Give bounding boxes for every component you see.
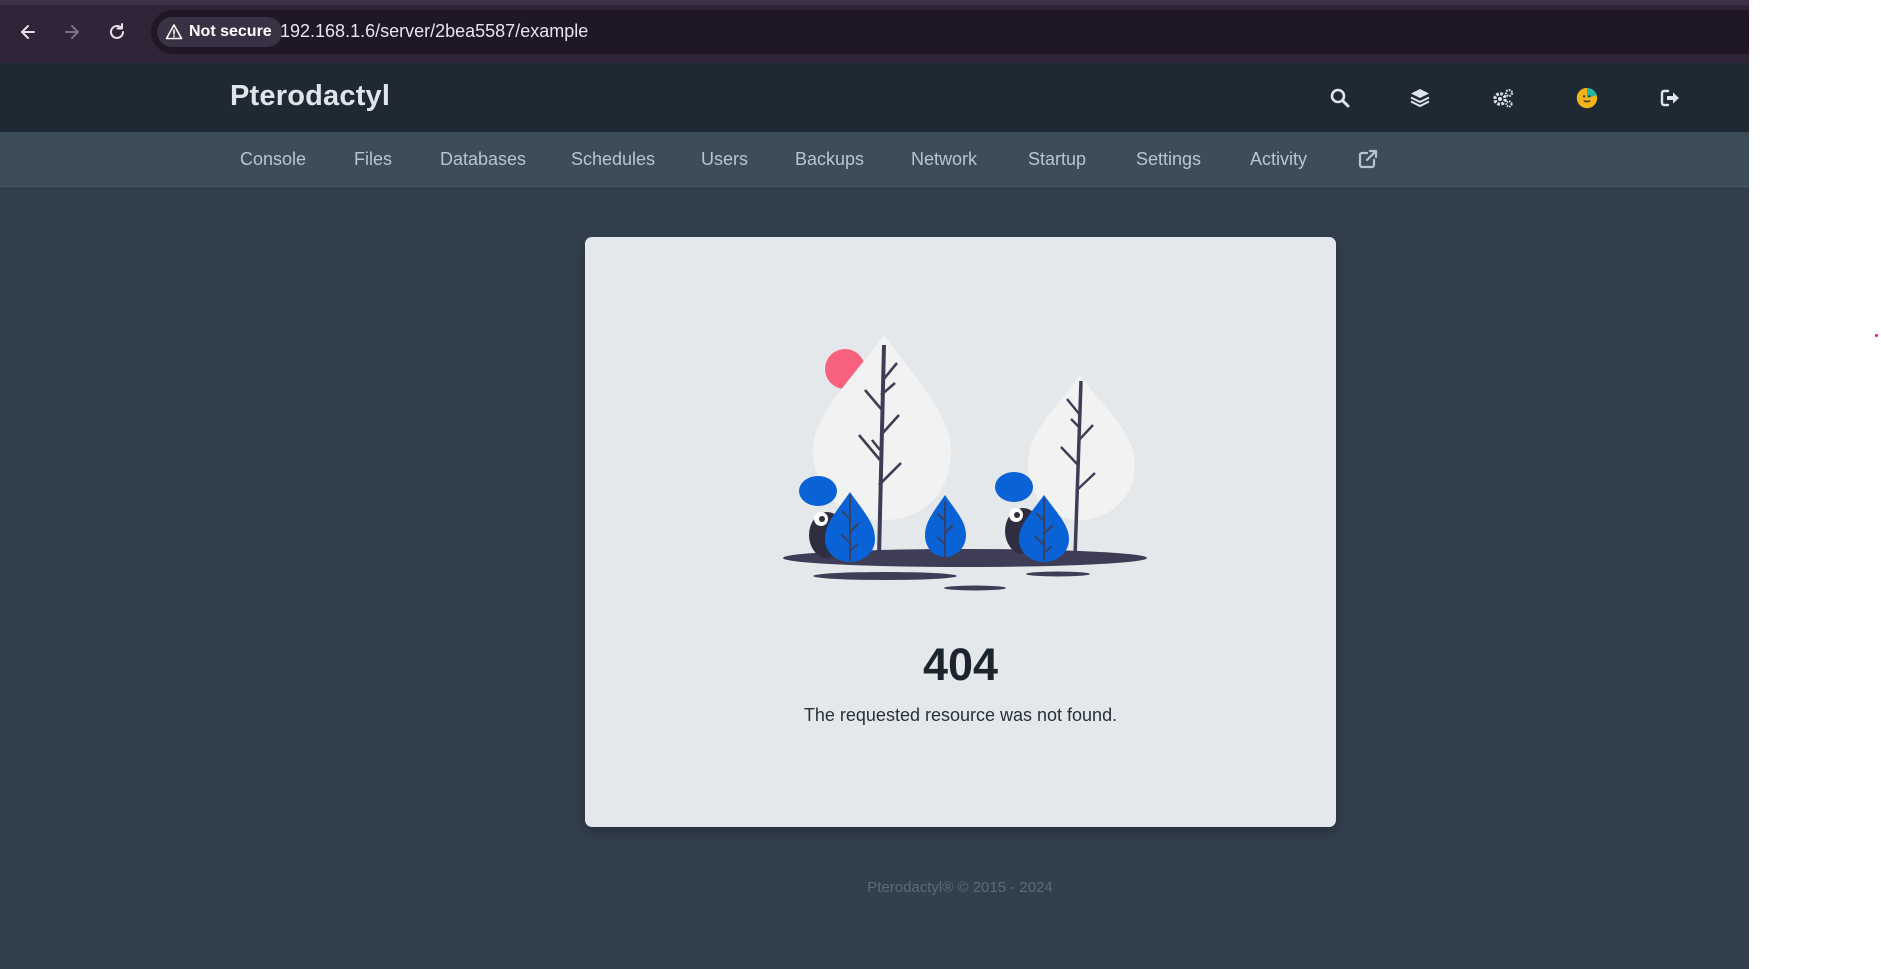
brand-logo[interactable]: Pterodactyl	[230, 80, 390, 113]
subnav-settings[interactable]: Settings	[1136, 149, 1201, 170]
tab-strip	[0, 0, 1749, 5]
search-icon	[1330, 88, 1350, 108]
warning-icon	[165, 24, 183, 40]
error-code: 404	[922, 639, 999, 690]
logout-button[interactable]	[1655, 83, 1685, 113]
server-subnav: Console Files Databases Schedules Users …	[0, 132, 1749, 187]
not-found-illustration	[783, 335, 1147, 591]
subnav-startup[interactable]: Startup	[1028, 149, 1086, 170]
browser-toolbar: Not secure 192.168.1.6/server/2bea5587/e…	[0, 0, 1749, 63]
layers-icon	[1410, 89, 1430, 107]
cursor-dot	[1875, 334, 1878, 337]
panel-header: Pterodactyl	[0, 63, 1749, 132]
blank-area	[1749, 0, 1881, 969]
footer-copyright: Pterodactyl® © 2015 - 2024	[867, 879, 1053, 896]
subnav-backups[interactable]: Backups	[795, 149, 864, 170]
subnav-network[interactable]: Network	[911, 149, 977, 170]
avatar[interactable]	[1572, 83, 1602, 113]
security-chip[interactable]: Not secure	[157, 17, 282, 47]
subnav-console[interactable]: Console	[240, 149, 306, 170]
subnav-activity[interactable]: Activity	[1250, 149, 1307, 170]
subnav-schedules[interactable]: Schedules	[571, 149, 655, 170]
error-card: 404 The requested resource was not found…	[585, 237, 1336, 827]
security-chip-label: Not secure	[189, 23, 272, 40]
avatar-icon	[1576, 87, 1598, 109]
reload-icon	[110, 23, 124, 39]
reload-button[interactable]	[101, 16, 133, 48]
external-link-icon[interactable]	[1357, 148, 1379, 170]
arrow-left-icon	[21, 25, 35, 39]
url-text[interactable]: 192.168.1.6/server/2bea5587/example	[280, 21, 588, 42]
search-button[interactable]	[1325, 83, 1355, 113]
logout-icon	[1660, 89, 1679, 107]
forward-button[interactable]	[56, 16, 88, 48]
back-button[interactable]	[12, 16, 44, 48]
admin-button[interactable]	[1488, 83, 1518, 113]
browser-window: Not secure 192.168.1.6/server/2bea5587/e…	[0, 0, 1749, 969]
error-message: The requested resource was not found.	[803, 705, 1118, 725]
subnav-users[interactable]: Users	[701, 149, 748, 170]
subnav-files[interactable]: Files	[354, 149, 392, 170]
subnav-databases[interactable]: Databases	[440, 149, 526, 170]
settings-icon	[1493, 88, 1514, 108]
arrow-right-icon	[65, 25, 79, 39]
dashboard-button[interactable]	[1405, 83, 1435, 113]
